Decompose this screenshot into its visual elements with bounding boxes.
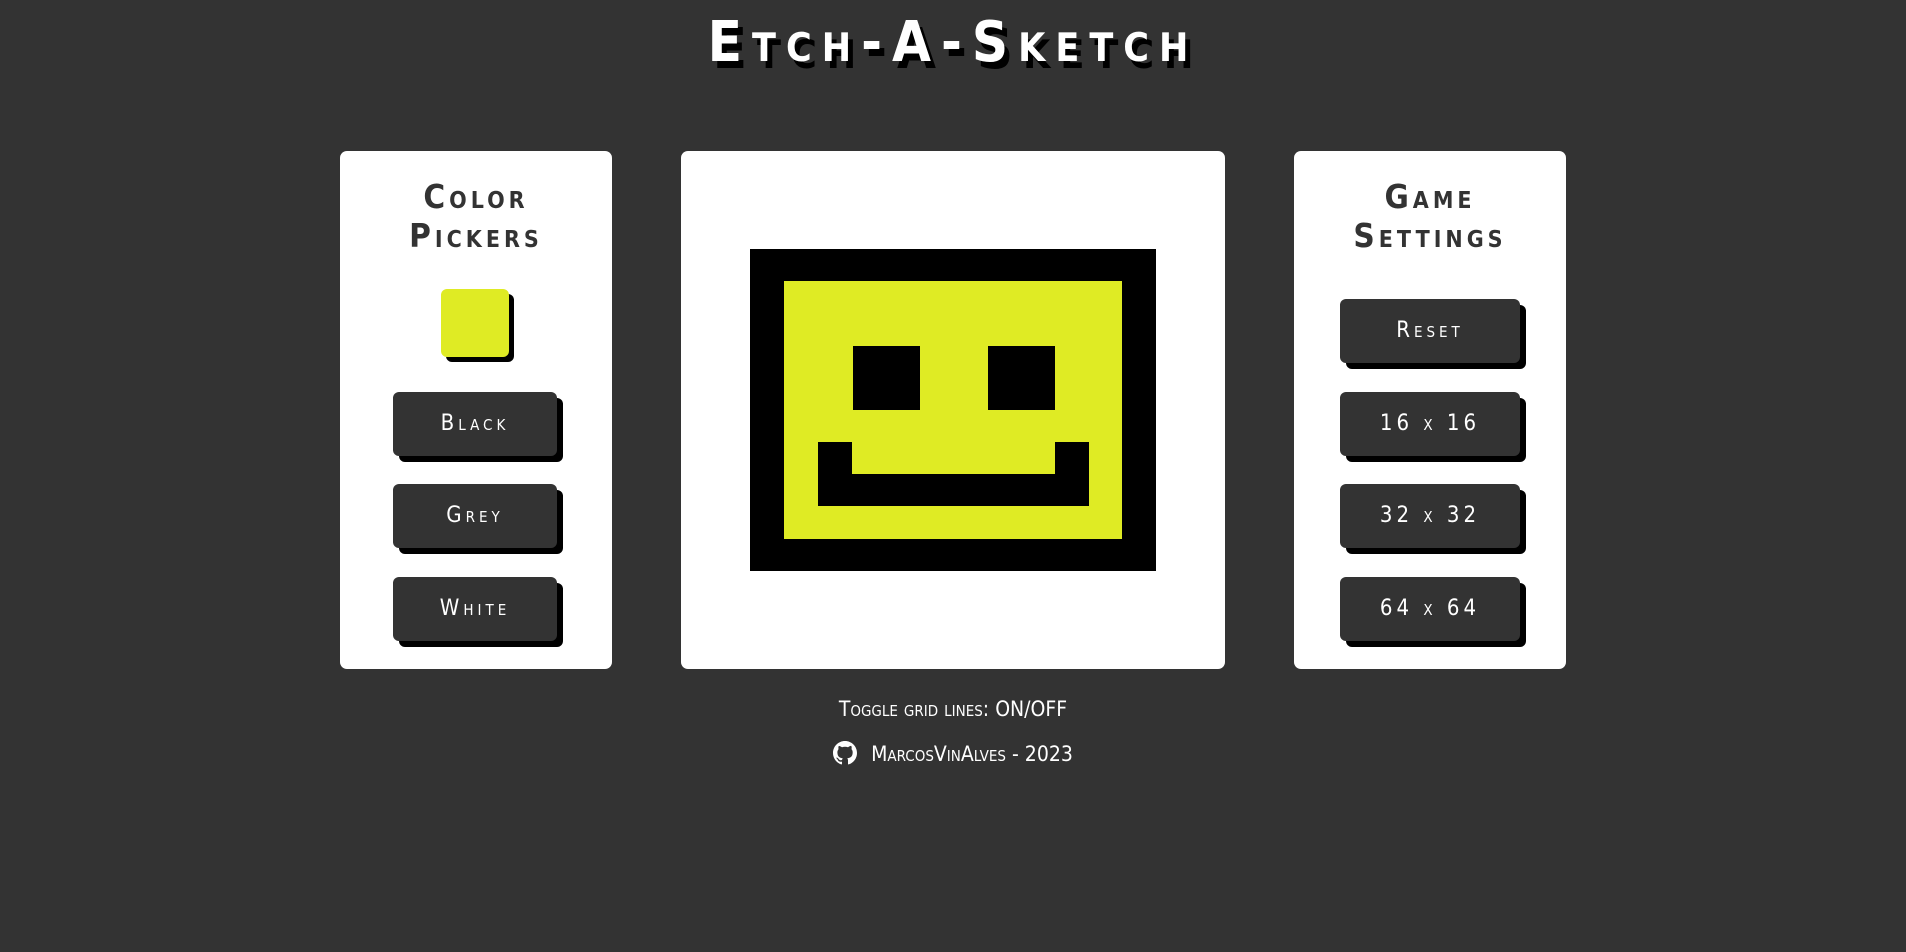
page-title: Etch-A-Sketch <box>707 10 1199 75</box>
grid-toggle-label: Toggle grid lines: <box>838 697 996 721</box>
game-settings-panel: Game Settings Reset 16 x 16 32 x 32 64 x… <box>1294 151 1566 669</box>
color-pickers-panel: Color Pickers Black Grey White <box>340 151 612 669</box>
color-picker-swatch[interactable] <box>441 289 509 357</box>
github-icon[interactable] <box>833 741 858 765</box>
white-button[interactable]: White <box>393 577 557 641</box>
game-settings-heading-line1: Game <box>1384 177 1476 216</box>
board-canvas[interactable] <box>750 249 1156 571</box>
color-pickers-heading-line1: Color <box>423 177 529 216</box>
grid-toggle-link[interactable]: ON/OFF <box>995 697 1067 721</box>
grey-button[interactable]: Grey <box>393 484 557 548</box>
reset-button[interactable]: Reset <box>1340 299 1520 363</box>
mouth-bottom-pixels[interactable] <box>818 474 1089 506</box>
sketch-board[interactable] <box>750 249 1156 571</box>
color-pickers-heading: Color Pickers <box>340 177 612 255</box>
grid-32-button[interactable]: 32 x 32 <box>1340 484 1520 548</box>
right-eye-pixels[interactable] <box>988 346 1055 410</box>
author-link[interactable]: MarcosVinAlves - 2023 <box>871 742 1073 766</box>
grid-16-button[interactable]: 16 x 16 <box>1340 392 1520 456</box>
game-settings-heading: Game Settings <box>1294 177 1566 255</box>
color-pickers-heading-line2: Pickers <box>409 216 543 255</box>
game-settings-heading-line2: Settings <box>1353 216 1507 255</box>
black-button[interactable]: Black <box>393 392 557 456</box>
footer: MarcosVinAlves - 2023 <box>0 741 1906 766</box>
grid-64-button[interactable]: 64 x 64 <box>1340 577 1520 641</box>
sketch-board-panel <box>681 151 1225 669</box>
grid-toggle-line: Toggle grid lines: ON/OFF <box>0 697 1906 721</box>
left-eye-pixels[interactable] <box>853 346 920 410</box>
